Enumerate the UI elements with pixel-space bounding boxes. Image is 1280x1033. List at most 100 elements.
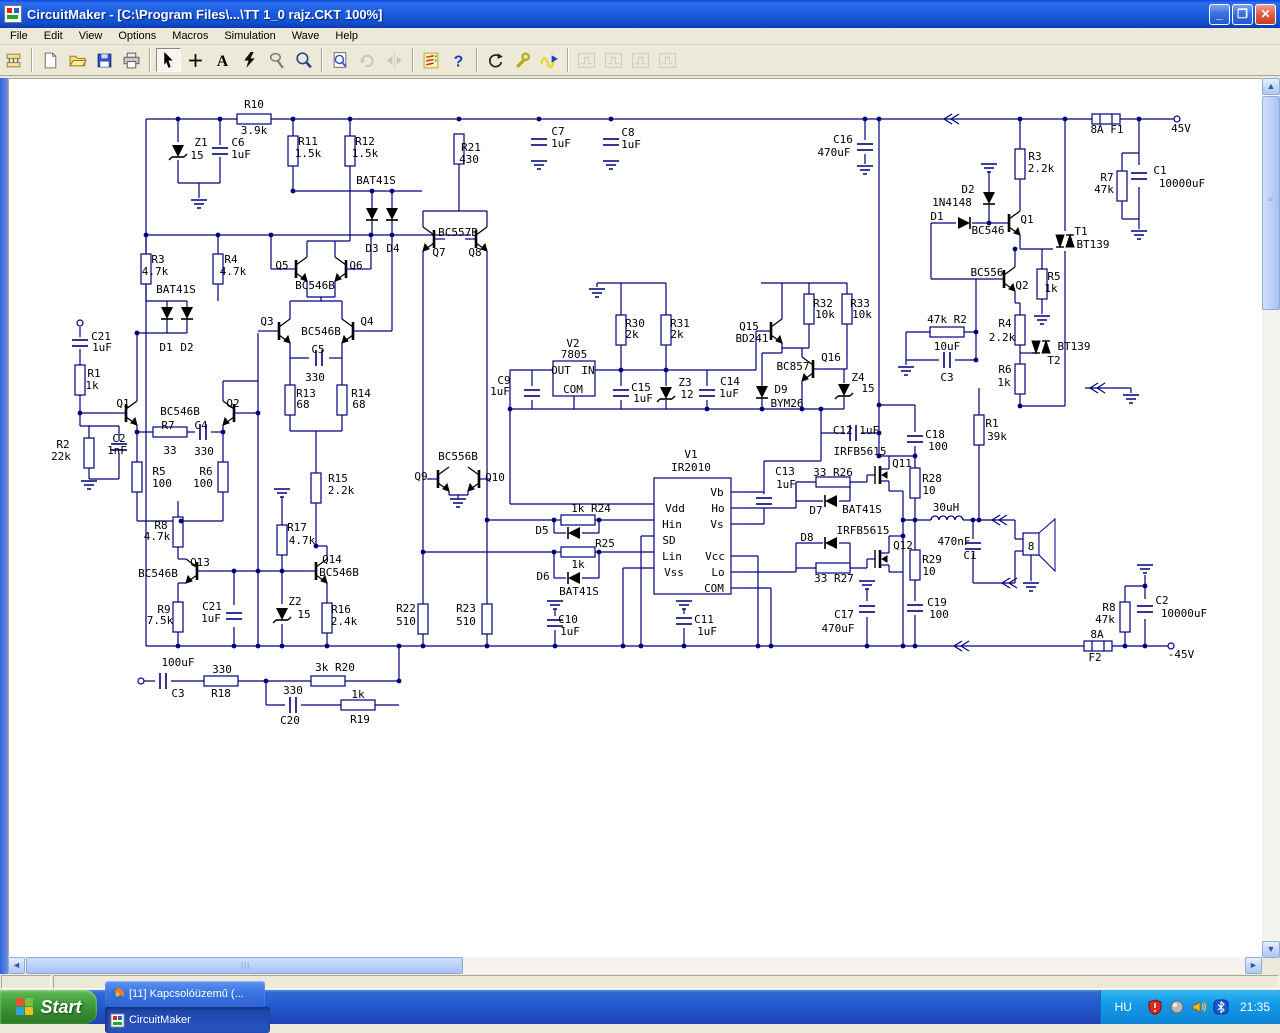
svg-text:1.5k: 1.5k — [352, 147, 379, 160]
svg-text:470uF: 470uF — [817, 146, 850, 159]
menu-macros[interactable]: Macros — [164, 28, 216, 44]
vertical-scrollbar[interactable]: ▲ ≡ ▼ — [1262, 78, 1280, 958]
menu-edit[interactable]: Edit — [36, 28, 71, 44]
start-button[interactable]: Start — [0, 990, 97, 1024]
restore-button[interactable]: ❐ — [1232, 4, 1253, 25]
svg-text:1uF: 1uF — [231, 148, 251, 161]
digital-display-1-button — [574, 48, 599, 72]
svg-text:BC557B: BC557B — [438, 226, 478, 239]
svg-text:C13: C13 — [775, 465, 795, 478]
menu-view[interactable]: View — [71, 28, 111, 44]
svg-text:Q2: Q2 — [226, 397, 239, 410]
svg-text:C3: C3 — [940, 371, 953, 384]
svg-text:2.2k: 2.2k — [989, 331, 1016, 344]
svg-text:47k: 47k — [1094, 183, 1114, 196]
svg-text:COM: COM — [563, 383, 583, 396]
menu-simulation[interactable]: Simulation — [216, 28, 283, 44]
waveforms-button[interactable] — [537, 48, 562, 72]
horizontal-scroll-thumb[interactable]: ||| — [26, 957, 463, 974]
scroll-up-button[interactable]: ▲ — [1262, 78, 1280, 95]
svg-text:Q3: Q3 — [260, 315, 273, 328]
taskbar-clock[interactable]: 21:35 — [1240, 1000, 1270, 1014]
menu-help[interactable]: Help — [327, 28, 366, 44]
menu-wave[interactable]: Wave — [284, 28, 328, 44]
simulation-setup-button[interactable] — [419, 48, 444, 72]
minimize-button[interactable]: _ — [1209, 4, 1230, 25]
svg-text:7805: 7805 — [561, 348, 588, 361]
circuitmaker-window: CircuitMaker - [C:\Program Files\...\TT … — [0, 0, 1280, 1024]
scroll-right-button[interactable]: ► — [1245, 957, 1262, 974]
title-bar[interactable]: CircuitMaker - [C:\Program Files\...\TT … — [0, 0, 1280, 28]
probe-button[interactable] — [264, 48, 289, 72]
task-kapcsolzem[interactable]: [11] Kapcsolóüzemű (... — [105, 981, 265, 1007]
svg-text:R23: R23 — [456, 602, 476, 615]
bluetooth-icon[interactable] — [1213, 999, 1229, 1015]
svg-text:100: 100 — [152, 477, 172, 490]
text-button[interactable]: A — [210, 48, 235, 72]
svg-text:1k: 1k — [997, 376, 1011, 389]
zoom-window-button[interactable] — [328, 48, 353, 72]
svg-text:R25: R25 — [595, 537, 615, 550]
security-shield-icon[interactable] — [1147, 999, 1163, 1015]
scroll-down-button[interactable]: ▼ — [1262, 941, 1280, 958]
svg-text:R19: R19 — [350, 713, 370, 726]
svg-text:D3: D3 — [365, 242, 378, 255]
parts-bin-button[interactable] — [1, 48, 26, 72]
help-button[interactable]: ? — [446, 48, 471, 72]
rotate-button — [355, 48, 380, 72]
svg-text:4.7k: 4.7k — [142, 265, 169, 278]
svg-text:3.9k: 3.9k — [241, 124, 268, 137]
tools-button[interactable] — [510, 48, 535, 72]
svg-text:430: 430 — [459, 153, 479, 166]
menu-options[interactable]: Options — [110, 28, 164, 44]
svg-text:BC556: BC556 — [970, 266, 1003, 279]
svg-text:F2: F2 — [1088, 651, 1101, 664]
svg-text:Vs: Vs — [710, 518, 723, 531]
svg-text:A: A — [217, 52, 229, 69]
svg-text:C12 1uF: C12 1uF — [833, 424, 879, 437]
svg-text:68: 68 — [296, 398, 309, 411]
zoom-button[interactable] — [291, 48, 316, 72]
svg-text:330: 330 — [212, 663, 232, 676]
print-button[interactable] — [119, 48, 144, 72]
svg-text:BYM26: BYM26 — [770, 397, 803, 410]
select-button[interactable] — [156, 48, 181, 72]
vertical-scroll-thumb[interactable]: ≡ — [1262, 96, 1280, 310]
horizontal-scrollbar[interactable]: ◄ ||| ► — [8, 957, 1262, 974]
svg-text:D4: D4 — [386, 242, 400, 255]
close-button[interactable]: ✕ — [1255, 4, 1276, 25]
svg-text:Q5: Q5 — [275, 259, 288, 272]
svg-text:C1: C1 — [1153, 164, 1166, 177]
toolbar-separator — [567, 48, 569, 72]
svg-text:T2: T2 — [1047, 354, 1060, 367]
svg-text:1uF: 1uF — [490, 385, 510, 398]
reset-button[interactable] — [483, 48, 508, 72]
save-button[interactable] — [92, 48, 117, 72]
svg-text:Q1: Q1 — [1020, 213, 1033, 226]
task-circuitmaker[interactable]: CircuitMaker — [105, 1007, 270, 1033]
svg-text:510: 510 — [396, 615, 416, 628]
svg-text:BC546B: BC546B — [160, 405, 200, 418]
speaker-icon[interactable] — [1191, 999, 1207, 1015]
toolbar-separator — [31, 48, 33, 72]
svg-text:510: 510 — [456, 615, 476, 628]
delete-button[interactable] — [237, 48, 262, 72]
volume-ball-icon[interactable] — [1169, 999, 1185, 1015]
schematic-canvas[interactable]: R103.9kZ115C61uFR111.5kR121.5kBAT41SD3D4… — [8, 78, 1262, 957]
start-label: Start — [40, 997, 81, 1018]
svg-text:C4: C4 — [194, 419, 208, 432]
language-indicator[interactable]: HU — [1115, 1000, 1132, 1014]
wire-button[interactable] — [183, 48, 208, 72]
menu-file[interactable]: File — [2, 28, 36, 44]
svg-text:D6: D6 — [536, 570, 549, 583]
svg-text:33 R26: 33 R26 — [813, 466, 853, 479]
svg-text:10000uF: 10000uF — [1159, 177, 1205, 190]
scroll-left-button[interactable]: ◄ — [8, 957, 25, 974]
svg-text:COM: COM — [704, 582, 724, 595]
new-button[interactable] — [38, 48, 63, 72]
svg-text:V1: V1 — [684, 448, 697, 461]
schematic-drawing[interactable]: R103.9kZ115C61uFR111.5kR121.5kBAT41SD3D4… — [9, 79, 1263, 958]
svg-text:1k: 1k — [1044, 282, 1058, 295]
open-button[interactable] — [65, 48, 90, 72]
svg-text:Q1: Q1 — [116, 397, 129, 410]
